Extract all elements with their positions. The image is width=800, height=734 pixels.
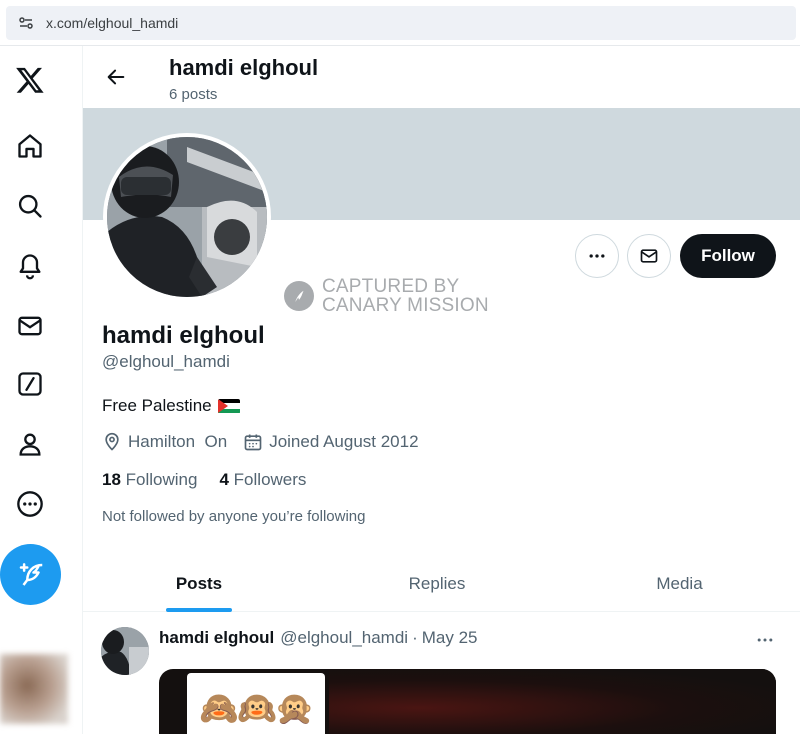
profile-handle: @elghoul_hamdi xyxy=(102,352,230,371)
header-title: hamdi elghoul xyxy=(169,55,319,80)
compose-post-button[interactable] xyxy=(0,544,61,605)
profile-header: hamdi elghoul 6 posts xyxy=(83,46,800,108)
tab-posts[interactable]: Posts xyxy=(83,556,315,612)
feather-plus-icon xyxy=(19,562,42,586)
home-icon[interactable] xyxy=(14,130,46,162)
follow-stats: 18 Following 4 Followers xyxy=(102,470,306,490)
post-header: hamdi elghoul @elghoul_hamdi · May 25 xyxy=(159,628,478,648)
calendar-icon xyxy=(244,434,262,451)
post-date[interactable]: May 25 xyxy=(422,628,478,648)
url-field[interactable]: x.com/elghoul_hamdi xyxy=(6,6,796,40)
profile-tabs: Posts Replies Media xyxy=(83,556,800,612)
search-icon[interactable] xyxy=(14,190,46,222)
post-author-name[interactable]: hamdi elghoul xyxy=(159,628,274,648)
post-more-icon[interactable] xyxy=(752,628,778,652)
profile-meta: Hamilton On Joined August 2012 xyxy=(102,432,419,452)
more-horizontal-icon xyxy=(589,254,605,258)
media-background xyxy=(329,669,776,734)
palestine-flag-icon xyxy=(217,398,240,414)
watermark-line2: CANARY MISSION xyxy=(322,295,489,316)
canary-mission-watermark: CAPTURED BY CANARY MISSION xyxy=(284,277,489,315)
not-followed-note: Not followed by anyone you’re following xyxy=(102,508,366,525)
mail-icon xyxy=(640,249,658,263)
left-navigation xyxy=(0,46,82,734)
profile-name: hamdi elghoul xyxy=(102,322,265,349)
notifications-icon[interactable] xyxy=(14,250,46,282)
watermark-line1: CAPTURED BY xyxy=(322,276,460,297)
media-emoji-card: 🙈🙉🙊 xyxy=(187,673,325,734)
more-icon[interactable] xyxy=(14,488,46,520)
canary-bird-icon xyxy=(284,281,314,311)
joined-item: Joined August 2012 xyxy=(243,432,419,452)
x-logo-icon[interactable] xyxy=(14,64,46,96)
post-author-avatar[interactable] xyxy=(101,627,149,675)
following-label: Following xyxy=(125,470,198,489)
followers-label: Followers xyxy=(233,470,307,489)
profile-icon[interactable] xyxy=(14,428,46,460)
location-text: Hamilton On xyxy=(128,432,228,451)
active-tab-indicator xyxy=(166,608,232,612)
profile-bio: Free Palestine xyxy=(102,396,240,416)
grok-icon[interactable] xyxy=(14,368,46,400)
followers-link[interactable]: 4 Followers xyxy=(219,470,306,490)
post-avatar-photo xyxy=(101,627,149,675)
account-avatar[interactable] xyxy=(0,654,68,724)
following-count: 18 xyxy=(102,470,121,489)
post-count: 6 posts xyxy=(169,86,218,103)
tab-replies[interactable]: Replies xyxy=(315,556,559,612)
profile-avatar[interactable] xyxy=(103,133,271,301)
browser-address-bar: x.com/elghoul_hamdi xyxy=(0,0,800,46)
site-settings-icon[interactable] xyxy=(12,6,40,40)
avatar-photo xyxy=(107,137,267,297)
joined-text: Joined August 2012 xyxy=(269,432,419,451)
follow-button[interactable]: Follow xyxy=(680,234,776,278)
back-arrow-icon[interactable] xyxy=(101,62,131,92)
post-media[interactable]: 🙈🙉🙊 xyxy=(159,669,776,734)
bio-text: Free Palestine xyxy=(102,396,212,415)
message-button[interactable] xyxy=(627,234,671,278)
post-author-handle[interactable]: @elghoul_hamdi xyxy=(280,628,408,648)
messages-icon[interactable] xyxy=(14,310,46,342)
url-text: x.com/elghoul_hamdi xyxy=(46,15,179,31)
following-link[interactable]: 18 Following xyxy=(102,470,197,490)
location-item: Hamilton On xyxy=(102,432,227,452)
location-pin-icon xyxy=(105,432,119,451)
tab-media[interactable]: Media xyxy=(559,556,800,612)
post-separator: · xyxy=(412,628,418,647)
followers-count: 4 xyxy=(219,470,229,489)
more-options-button[interactable] xyxy=(575,234,619,278)
